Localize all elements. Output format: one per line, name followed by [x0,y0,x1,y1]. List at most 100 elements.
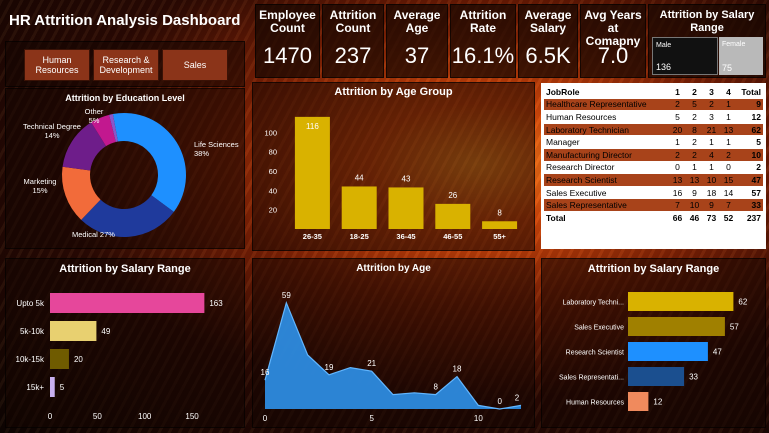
table-cell: Healthcare Representative [544,98,669,112]
table-cell: 13 [669,173,686,187]
kpi-avg-years-at-company: Avg Years at Comapny 7.0 [580,4,646,78]
donut-slice-label: Marketing 15% [24,177,57,195]
bar-value-label: 47 [713,348,722,357]
table-cell: 10 [737,148,763,162]
table-cell: 0 [720,161,737,175]
jobrole-bar [628,392,649,411]
table-row: Research Director 0 1 1 0 2 [544,161,763,175]
bar-value-label: 33 [689,373,698,382]
male-tile[interactable]: Male 136 [652,37,718,75]
table-cell: 10 [703,173,720,187]
x-tick-label: 36-45 [396,232,415,241]
table-cell: 1 [669,135,686,149]
table-row: Human Resources 5 2 3 1 12 [544,110,763,124]
salary-bar [50,349,69,369]
table-cell: 1 [669,86,686,99]
table-cell: Laboratory Technician [544,123,669,137]
education-chart-panel: Attrition by Education Level Life Scienc… [5,88,245,249]
table-cell: 14 [720,186,737,200]
jobrole-bar [628,292,734,311]
table-cell: 3 [703,86,720,99]
table-cell: 21 [703,123,720,137]
table-cell: 2 [703,98,720,112]
male-label: Male [656,42,672,49]
table-row: Manufacturing Director 2 2 4 2 10 [544,148,763,162]
jobrole-bar [628,367,685,386]
table-cell: Total [737,86,763,99]
kpi-value: 37 [404,43,430,68]
table-cell: 20 [669,123,686,137]
age-group-bar [388,187,424,229]
age-group-bar [482,221,518,229]
point-value-label: 59 [282,291,291,300]
salary-bar [50,321,97,341]
age-group-bar [294,116,330,229]
jobrole-bar-chart: Laboratory Techni... 62 Sales Executive 57 R… [559,292,748,411]
table-cell: 9 [737,98,763,112]
table-cell: JobRole [544,86,669,99]
kpi-label: Employee Count [259,8,316,35]
filter-research-development-button[interactable]: Research & Development [93,49,159,81]
kpi-attrition-count: Attrition Count 237 [322,4,384,78]
jobrole-bar [628,342,708,361]
table-cell: Sales Executive [544,186,669,200]
age-group-bar-chart: 20 40 60 80 100 116 26-35 44 18-25 43 36-45 26 46-55… [264,116,518,241]
x-tick-label: 10 [474,414,483,423]
y-category-label: Research Scientist [566,350,624,357]
table-cell: 1 [720,135,737,149]
bar-value-label: 116 [306,122,319,131]
jobrole-table: JobRole 1 2 3 4 Total Healthcare Representativ… [544,86,763,225]
x-tick-label: 46-55 [443,232,462,241]
table-cell: 0 [669,161,686,175]
bar-value-label: 26 [448,191,457,200]
y-category-label: Laboratory Techni... [563,300,624,307]
x-tick-label: 100 [138,412,152,421]
dashboard-title: HR Attrition Analysis Dashboard [9,12,241,29]
table-cell: Total [544,211,669,225]
table-cell: 237 [737,211,763,225]
donut-slice-label: Medical 27% [72,230,115,239]
x-tick-label: 0 [263,414,268,423]
x-tick-label: 0 [48,412,53,421]
jobrole-bar [628,317,725,336]
filter-human-resources-button[interactable]: Human Resources [24,49,90,81]
y-tick-label: 60 [269,167,277,176]
y-category-label: 15k+ [26,383,44,392]
female-label: Female [722,41,746,48]
kpi-attrition-rate: Attrition Rate 16.1% [450,4,516,78]
bar-value-label: 20 [74,355,83,364]
donut-slice [112,113,186,212]
y-category-label: Sales Executive [574,325,624,332]
x-tick-label: 26-35 [303,232,322,241]
age-group-bar [341,186,377,229]
table-cell: 7 [669,198,686,212]
y-category-label: 5k-10k [20,327,45,336]
table-cell: 2 [686,135,703,149]
gender-card-title: Attrition by Salary Range [659,9,755,34]
table-cell: 2 [669,98,686,112]
point-value-label: 16 [261,368,270,377]
table-row: Research Scientist 13 13 10 15 47 [544,173,763,187]
table-cell: 1 [703,161,720,175]
female-tile[interactable]: Female 75 [719,37,763,75]
y-tick-label: 80 [269,148,277,157]
table-header-row: JobRole 1 2 3 4 Total [544,86,763,99]
table-cell: 66 [669,211,686,225]
table-cell: 5 [686,98,703,112]
x-tick-label: 18-25 [350,232,369,241]
table-row: Sales Representative 7 10 9 7 33 [544,198,763,212]
point-value-label: 19 [325,363,334,372]
point-value-label: 8 [433,383,438,392]
point-value-label: 21 [367,359,376,368]
bar-value-label: 163 [209,299,223,308]
table-cell: 62 [737,123,763,137]
y-tick-label: 20 [269,206,277,215]
table-row: Manager 1 2 1 1 5 [544,135,763,149]
jobrole-chart-panel: Attrition by Salary Range Laboratory Tec… [541,258,766,428]
y-tick-label: 40 [269,186,277,195]
filter-sales-button[interactable]: Sales [162,49,228,81]
donut-slice-label: Technical Degree 14% [23,122,81,140]
bar-value-label: 43 [402,174,411,183]
table-cell: 10 [686,198,703,212]
point-value-label: 18 [453,365,462,374]
